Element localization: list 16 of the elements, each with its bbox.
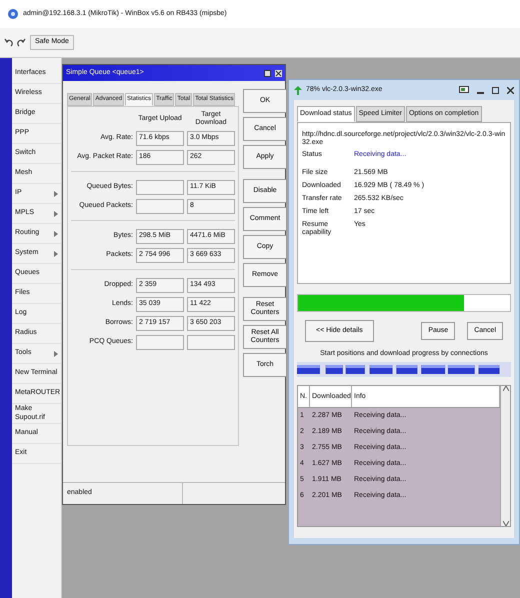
monitor-icon[interactable]: [459, 86, 469, 94]
scroll-down-icon[interactable]: [502, 521, 508, 526]
close-icon[interactable]: [275, 70, 282, 76]
redo-icon[interactable]: [17, 38, 26, 47]
scrollbar[interactable]: [500, 386, 510, 526]
value-field: [136, 180, 184, 195]
download-app-icon: [294, 86, 302, 94]
undo-icon[interactable]: [4, 38, 13, 47]
app-icon: [8, 9, 18, 19]
value-field: [187, 334, 235, 350]
value-field: [136, 334, 184, 350]
scroll-up-icon[interactable]: [502, 386, 508, 392]
close-icon[interactable]: [507, 86, 514, 94]
restore-icon[interactable]: [264, 70, 271, 76]
maximize-icon[interactable]: [492, 86, 499, 94]
value-field: [136, 198, 184, 214]
